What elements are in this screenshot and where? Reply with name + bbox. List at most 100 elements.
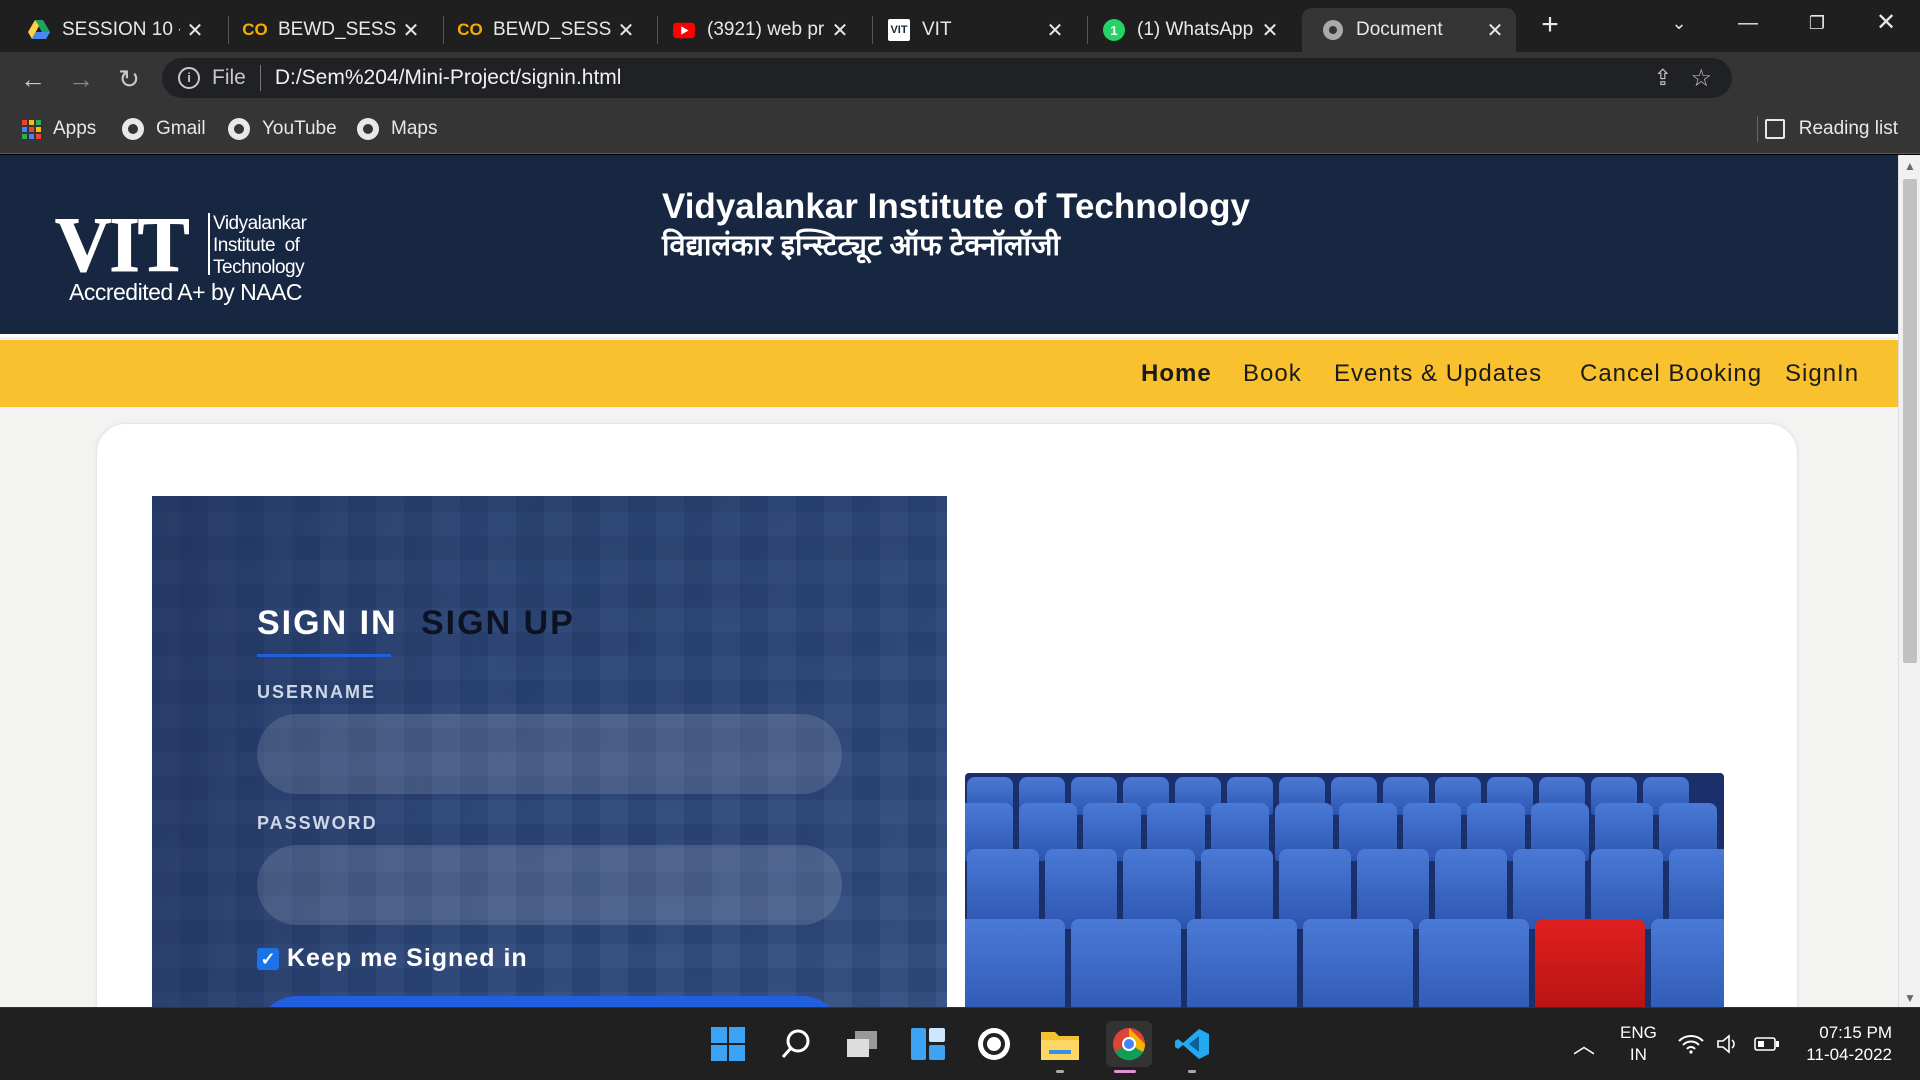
bookmark-label: Gmail — [156, 118, 206, 139]
logo-text: Vidyalankar Institute of Technology — [213, 213, 307, 278]
windows-taskbar: ︿ ENG IN 07:15 PM 11-04-2022 — [0, 1007, 1920, 1080]
tab-title: (1) WhatsApp — [1137, 19, 1254, 40]
seat — [967, 849, 1039, 929]
username-label: USERNAME — [257, 682, 377, 702]
task-view-icon[interactable] — [842, 1024, 882, 1064]
file-explorer-icon[interactable] — [1040, 1024, 1080, 1064]
institute-title: Vidyalankar Institute of Technology — [662, 187, 1250, 226]
language-indicator[interactable]: ENG IN — [1620, 1022, 1657, 1066]
tab-sign-in[interactable]: SIGN IN — [257, 604, 398, 643]
window-close-icon[interactable]: ✕ — [1866, 8, 1906, 38]
close-icon[interactable]: ✕ — [825, 18, 855, 43]
address-bar[interactable]: i File D:/Sem%204/Mini-Project/signin.ht… — [162, 58, 1732, 98]
google-drive-icon — [28, 19, 50, 41]
widgets-icon[interactable] — [908, 1024, 948, 1064]
scroll-thumb[interactable] — [1903, 179, 1917, 663]
page-scrollbar[interactable]: ▲ ▼ — [1898, 155, 1920, 1007]
tab-title: BEWD_SESSION — [493, 19, 611, 40]
nav-cancel-booking[interactable]: Cancel Booking — [1580, 360, 1762, 388]
bookmark-maps[interactable]: Maps — [357, 114, 437, 144]
reading-list-button[interactable]: Reading list — [1764, 114, 1898, 144]
seat — [1279, 849, 1351, 929]
tab-6[interactable]: 1 (1) WhatsApp ✕ — [1083, 8, 1291, 52]
globe-icon — [1322, 19, 1344, 41]
globe-icon — [122, 118, 144, 140]
chrome-icon[interactable] — [1106, 1021, 1152, 1067]
close-icon[interactable]: ✕ — [180, 18, 210, 43]
tab-title: (3921) web pro — [707, 19, 825, 40]
close-icon[interactable]: ✕ — [611, 18, 641, 43]
battery-icon[interactable] — [1752, 1024, 1782, 1064]
restore-icon[interactable]: ❐ — [1797, 8, 1837, 38]
tab-sign-up[interactable]: SIGN UP — [421, 604, 575, 643]
seat — [1651, 919, 1724, 1007]
system-clock[interactable]: 07:15 PM 11-04-2022 — [1800, 1022, 1892, 1066]
tab-title: SESSION 10 - C — [62, 19, 180, 40]
seat — [1435, 849, 1507, 929]
keep-signed-in-row[interactable]: ✓ Keep me Signed in — [257, 944, 528, 973]
red-seat — [1535, 919, 1645, 1007]
bookmark-apps[interactable]: Apps — [22, 114, 96, 144]
browser-toolbar: ← → ↻ i File D:/Sem%204/Mini-Project/sig… — [0, 52, 1920, 145]
keep-signed-in-checkbox[interactable]: ✓ — [257, 947, 279, 970]
tab-5[interactable]: VIT VIT ✕ — [868, 8, 1076, 52]
tab-4[interactable]: (3921) web pro ✕ — [653, 8, 861, 52]
scroll-down-arrow-icon[interactable]: ▼ — [1904, 991, 1916, 1005]
back-icon[interactable]: ← — [16, 62, 50, 96]
info-icon[interactable]: i — [178, 67, 200, 89]
bookmark-label: Apps — [53, 118, 97, 139]
reading-list-icon — [1764, 119, 1785, 139]
tray-overflow-chevron-icon[interactable]: ︿ — [1573, 1028, 1595, 1060]
wifi-icon[interactable] — [1676, 1024, 1706, 1064]
url-text[interactable]: D:/Sem%204/Mini-Project/signin.html — [275, 66, 622, 90]
tab-title: VIT — [922, 19, 952, 40]
logo-letters: VIT — [55, 201, 191, 288]
sign-in-submit-button[interactable] — [257, 996, 842, 1007]
bookmark-youtube[interactable]: YouTube — [228, 114, 337, 144]
tab-1[interactable]: SESSION 10 - C ✕ — [8, 8, 216, 52]
share-icon[interactable]: ⇪ — [1654, 65, 1672, 91]
seat — [1187, 919, 1297, 1007]
volume-icon[interactable] — [1714, 1024, 1744, 1064]
username-input[interactable] — [257, 714, 842, 794]
windows-start-icon[interactable] — [708, 1024, 748, 1064]
seat — [1513, 849, 1585, 929]
reading-list-label: Reading list — [1798, 118, 1898, 139]
tab-strip: SESSION 10 - C ✕ CO BEWD_SESSION ✕ CO BE… — [0, 0, 1920, 52]
nav-events-updates[interactable]: Events & Updates — [1334, 360, 1542, 388]
vscode-icon[interactable] — [1172, 1024, 1212, 1064]
close-icon[interactable]: ✕ — [396, 18, 426, 43]
password-input[interactable] — [257, 845, 842, 925]
keep-signed-in-label: Keep me Signed in — [287, 944, 528, 972]
minimize-icon[interactable]: — — [1728, 8, 1768, 38]
scroll-up-arrow-icon[interactable]: ▲ — [1904, 159, 1916, 173]
seat — [1045, 849, 1117, 929]
auditorium-seats-image — [965, 773, 1724, 1007]
close-icon[interactable]: ✕ — [1040, 18, 1070, 43]
bookmark-gmail[interactable]: Gmail — [122, 114, 206, 144]
seat — [965, 919, 1065, 1007]
tab-search-chevron-icon[interactable]: ⌄ — [1659, 8, 1699, 38]
seat — [1071, 919, 1181, 1007]
nav-book[interactable]: Book — [1243, 360, 1302, 388]
logo-accreditation: Accredited A+ by NAAC — [69, 279, 303, 305]
seat — [1591, 849, 1663, 929]
seat — [1303, 919, 1413, 1007]
nav-signin[interactable]: SignIn — [1785, 360, 1859, 388]
tab-2[interactable]: CO BEWD_SESSION ✕ — [224, 8, 432, 52]
search-icon[interactable] — [776, 1024, 816, 1064]
forward-icon[interactable]: → — [64, 62, 98, 96]
new-tab-plus-icon[interactable]: + — [1535, 10, 1565, 40]
seat — [1669, 849, 1724, 929]
tab-7-active[interactable]: Document ✕ — [1302, 8, 1516, 52]
nav-home[interactable]: Home — [1141, 360, 1212, 388]
close-icon[interactable]: ✕ — [1255, 18, 1285, 43]
bookmark-star-icon[interactable]: ☆ — [1690, 64, 1712, 93]
vit-logo[interactable]: VIT Vidyalankar Institute of Technology … — [55, 201, 307, 305]
app-circle-icon[interactable] — [974, 1024, 1014, 1064]
close-icon[interactable]: ✕ — [1480, 18, 1510, 43]
globe-icon — [357, 118, 379, 140]
tab-3[interactable]: CO BEWD_SESSION ✕ — [439, 8, 647, 52]
site-navbar: Home Book Events & Updates Cancel Bookin… — [0, 340, 1898, 407]
reload-icon[interactable]: ↻ — [112, 62, 146, 96]
